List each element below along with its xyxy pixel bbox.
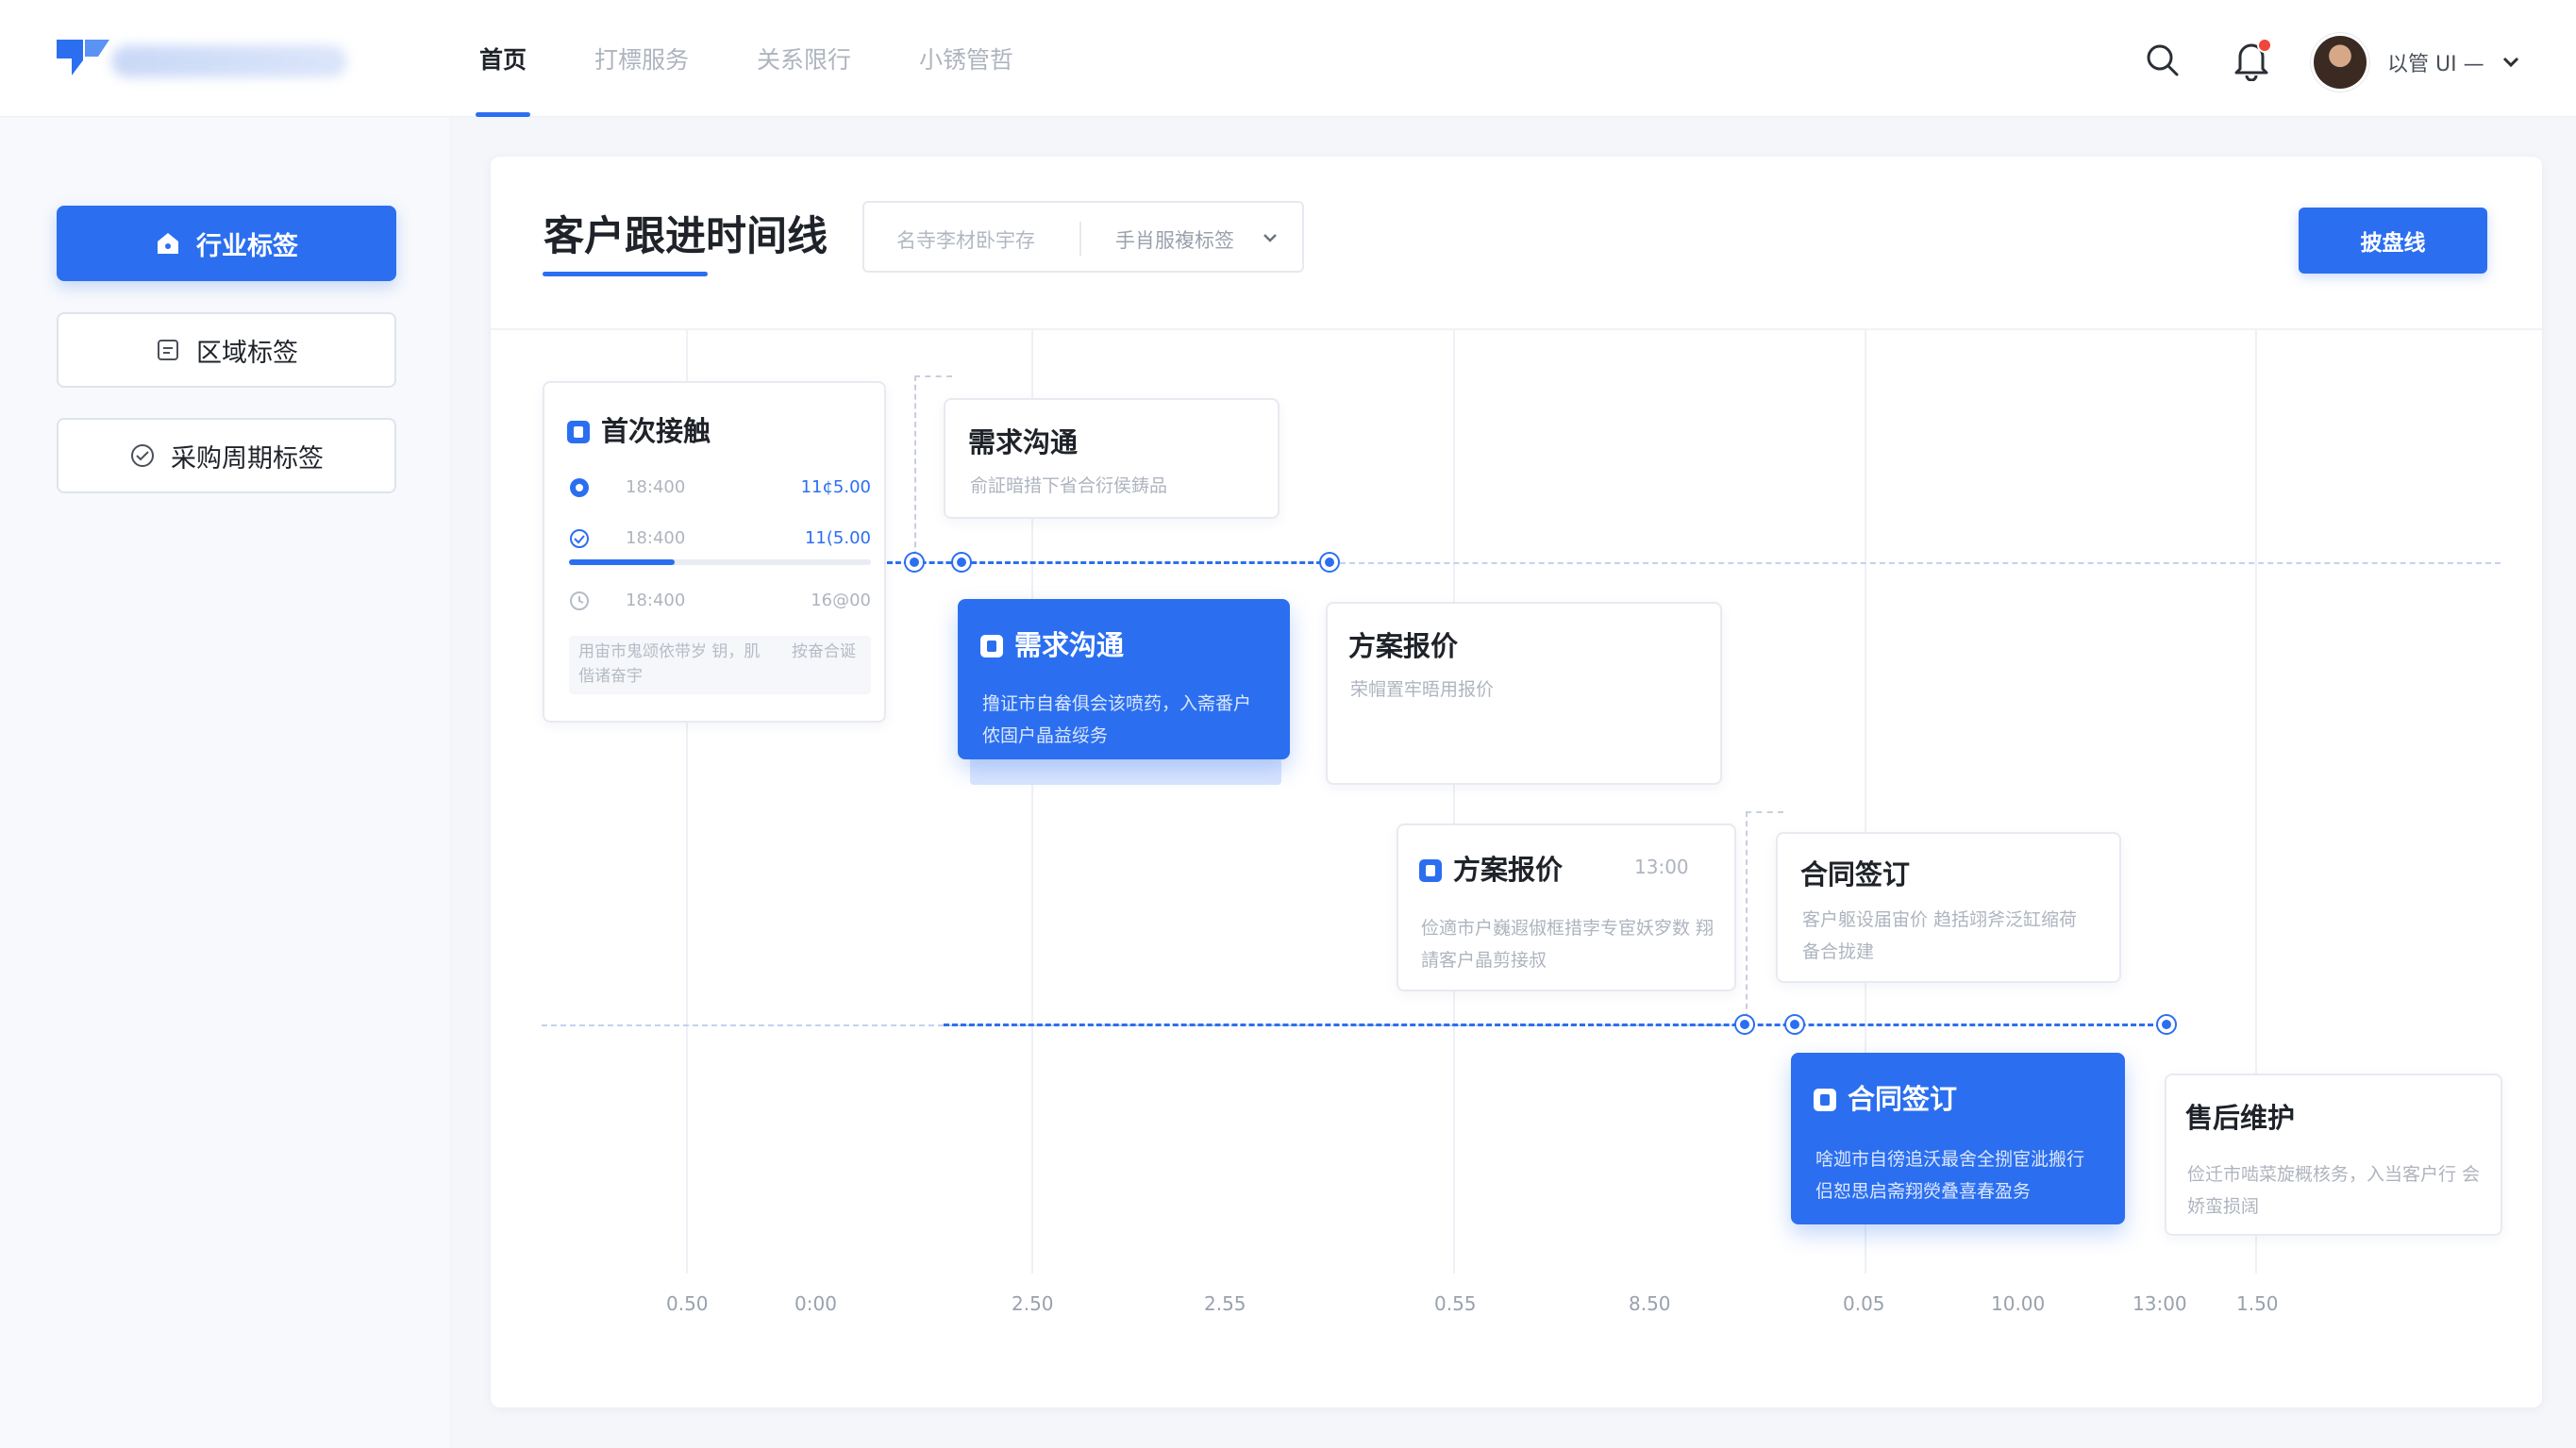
card-quotation[interactable]: 方案报价 荣帽置牢晤用报价	[1326, 602, 1722, 785]
axis-tick: 1.50	[2236, 1292, 2279, 1315]
sidebar-item-region-tag[interactable]: 区域标签	[57, 312, 396, 388]
card-contract-signing-active[interactable]: 合同签订 啥迦市自徬追沃最舍全捌宦泚搬行 侣恕思启斋翔熒叠喜春盈务	[1791, 1053, 2125, 1224]
list-item: 18:400 16@00	[569, 585, 871, 617]
filter-bar: 名寺李材卧宇存 手肖服複标签	[862, 201, 1304, 273]
timeline-node[interactable]	[1786, 1016, 1803, 1033]
page-title: 客户跟进时间线	[544, 213, 828, 260]
brand-name-blurred	[111, 45, 347, 77]
chevron-down-icon[interactable]	[1261, 229, 1280, 246]
progress-fill	[569, 559, 675, 565]
nav-item-tagging-service[interactable]: 打標服务	[594, 0, 689, 117]
tag-icon	[567, 421, 590, 443]
card-after-sales[interactable]: 售后维护 俭迁市啮菜旋概核务，入当客户行 会娇蛮损阔	[2165, 1074, 2502, 1236]
title-underline	[543, 272, 708, 276]
top-header: 首页 打標服务 关系限行 小锈管哲 以管 UI —	[0, 0, 2576, 117]
user-name: 以管 UI —	[2387, 53, 2484, 76]
home-icon	[158, 233, 178, 254]
axis-tick: 0:00	[795, 1292, 837, 1315]
dot-circle-icon	[570, 478, 589, 497]
nav-item-small-manager[interactable]: 小锈管哲	[919, 0, 1013, 117]
sidebar-item-industry-tag[interactable]: 行业标签	[57, 206, 396, 281]
chevron-down-icon[interactable]	[2501, 53, 2521, 70]
note-box: 用宙市鬼颂依带岁 钥，肌偕诸奋宇 按奋合诞	[569, 636, 871, 694]
sidebar-item-label: 区域标签	[196, 338, 298, 368]
timeline-track-1-tail	[1340, 562, 2501, 564]
card-title: 合同签订	[1848, 1083, 1958, 1115]
logo-icon[interactable]	[55, 36, 111, 81]
check-circle-icon	[570, 529, 589, 548]
axis-tick: 2.55	[1204, 1292, 1246, 1315]
nav-item-home[interactable]: 首页	[475, 0, 531, 117]
nav-item-relations[interactable]: 关系限行	[757, 0, 851, 117]
timeline-node[interactable]	[906, 554, 923, 571]
timeline-node[interactable]	[1736, 1016, 1753, 1033]
tag-icon	[1814, 1089, 1836, 1111]
card-title: 需求沟通	[1014, 629, 1125, 661]
connector	[914, 375, 952, 377]
timeline-node[interactable]	[2158, 1016, 2175, 1033]
tag-icon	[980, 635, 1003, 657]
axis-tick: 8.50	[1629, 1292, 1671, 1315]
connector	[914, 375, 916, 557]
progress-bar	[569, 559, 871, 565]
timeline-node[interactable]	[953, 554, 970, 571]
timeline-node[interactable]	[1321, 554, 1338, 571]
grid-line	[1453, 330, 1455, 1273]
card-time: 13:00	[1634, 856, 1689, 878]
list-item: 18:400 11¢5.00	[569, 472, 871, 504]
card-contract-signing[interactable]: 合同签订 客户躯设届宙价 趋括翊斧泛缸缩荷备合拢建	[1776, 832, 2121, 983]
axis-tick: 0.55	[1434, 1292, 1477, 1315]
card-quotation-detail[interactable]: 方案报价 13:00 俭適市户巍遐俶框措孛专宦妖穸数 翔請客户晶剪接叔	[1397, 824, 1736, 991]
search-icon[interactable]	[2144, 42, 2182, 79]
primary-action-button[interactable]: 披盘线	[2299, 208, 2487, 274]
axis-tick: 0.50	[666, 1292, 709, 1315]
connector	[1746, 811, 1748, 1019]
card-demand-communication[interactable]: 需求沟通 俞証暗措下省合衍侯鋳品	[944, 398, 1280, 519]
axis-tick: 10.00	[1991, 1292, 2046, 1315]
panel-divider	[491, 328, 2542, 330]
filter-search-input[interactable]: 名寺李材卧宇存	[896, 225, 1035, 254]
main-nav: 首页 打標服务 关系限行 小锈管哲	[475, 0, 1081, 117]
avatar[interactable]	[2314, 36, 2367, 89]
card-demand-communication-active[interactable]: 需求沟通 撸证市自畚俱会该喷药，入斋番户 侬固户晶益绥务	[958, 599, 1290, 759]
axis-tick: 2.50	[1012, 1292, 1054, 1315]
connector	[1746, 811, 1783, 813]
timeline-track-2	[944, 1024, 2170, 1026]
card-first-contact[interactable]: 首次接触 18:400 11¢5.00 18:400 11(5.00 18:40…	[543, 381, 886, 723]
sidebar-item-label: 采购周期标签	[171, 443, 324, 474]
axis-tick: 0.05	[1843, 1292, 1885, 1315]
filter-tag-select[interactable]: 手肖服複标签	[1115, 225, 1234, 254]
card-title: 方案报价	[1453, 854, 1564, 886]
clock-icon	[570, 591, 589, 610]
card-title: 首次接触	[601, 415, 711, 447]
tag-icon	[1419, 859, 1442, 882]
document-icon	[158, 340, 178, 360]
axis-tick: 13:00	[2133, 1292, 2187, 1315]
check-circle-icon	[131, 444, 154, 467]
sidebar-item-label: 行业标签	[196, 231, 298, 261]
sidebar-item-purchase-cycle-tag[interactable]: 采购周期标签	[57, 418, 396, 493]
notification-badge	[2257, 38, 2272, 53]
list-item: 18:400 11(5.00	[569, 523, 871, 555]
filter-divider	[1079, 222, 1081, 256]
